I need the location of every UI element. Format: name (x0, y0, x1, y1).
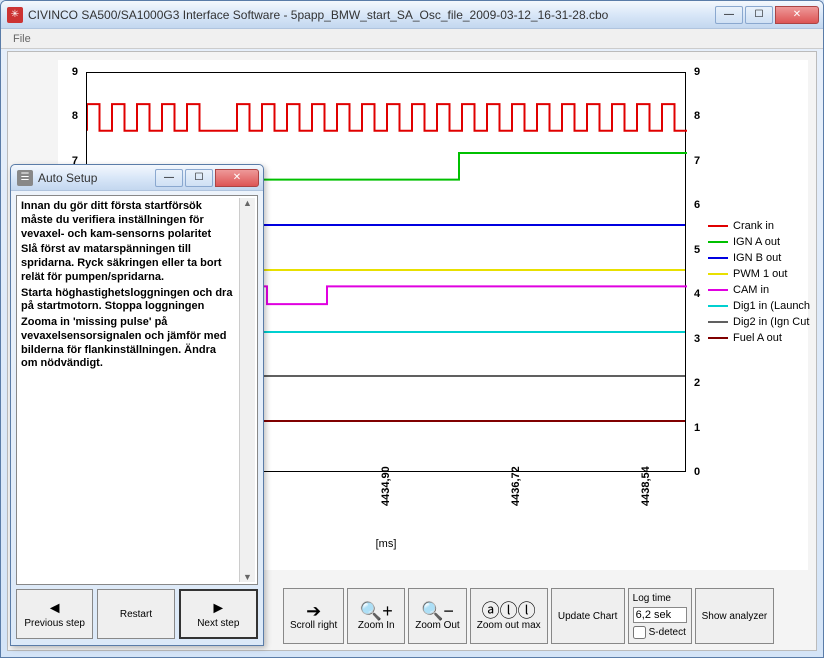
dialog-titlebar[interactable]: ☰ Auto Setup — ☐ ✕ (11, 165, 263, 191)
dialog-maximize-button[interactable]: ☐ (185, 169, 213, 187)
window-controls: — ☐ ✕ (713, 6, 819, 24)
s-detect-checkbox[interactable] (633, 626, 646, 639)
dialog-close-button[interactable]: ✕ (215, 169, 259, 187)
log-time-input[interactable] (633, 607, 687, 623)
zoom-in-button[interactable]: 🔍+Zoom In (347, 588, 405, 644)
dialog-icon: ☰ (17, 170, 33, 186)
close-button[interactable]: ✕ (775, 6, 819, 24)
app-icon: ✳ (7, 7, 23, 23)
minimize-button[interactable]: — (715, 6, 743, 24)
legend-item: IGN A out (708, 236, 808, 248)
chart-legend: Crank in IGN A out IGN B out PWM 1 out CAM i… (708, 220, 808, 348)
scroll-right-button[interactable]: ➔Scroll right (283, 588, 344, 644)
legend-item: Dig2 in (Ign Cut (708, 316, 808, 328)
log-time-label: Log time (633, 593, 687, 604)
auto-setup-dialog[interactable]: ☰ Auto Setup — ☐ ✕ Innan du gör ditt för… (10, 164, 264, 646)
dialog-scrollbar[interactable] (239, 198, 255, 582)
legend-item: IGN B out (708, 252, 808, 264)
zoom-in-icon: 🔍+ (360, 602, 393, 620)
legend-item: Fuel A out (708, 332, 808, 344)
log-time-group: Log time S-detect (628, 588, 692, 644)
zoom-all-icon: ⓐⓛⓛ (482, 602, 536, 620)
arrow-right-icon: ➔ (306, 602, 321, 620)
update-chart-button[interactable]: Update Chart (551, 588, 625, 644)
arrow-right-icon: ► (210, 600, 226, 618)
menu-file[interactable]: File (7, 31, 37, 47)
s-detect-checkbox-label[interactable]: S-detect (633, 626, 687, 639)
restart-button[interactable]: Restart (97, 589, 174, 639)
dialog-buttons: ◄Previous step Restart ►Next step (16, 589, 258, 639)
legend-item: Dig1 in (Launch (708, 300, 808, 312)
zoom-out-icon: 🔍− (421, 602, 454, 620)
legend-item: PWM 1 out (708, 268, 808, 280)
zoom-out-max-button[interactable]: ⓐⓛⓛZoom out max (470, 588, 548, 644)
zoom-out-button[interactable]: 🔍−Zoom Out (408, 588, 466, 644)
legend-item: CAM in (708, 284, 808, 296)
arrow-left-icon: ◄ (47, 600, 63, 618)
dialog-minimize-button[interactable]: — (155, 169, 183, 187)
previous-step-button[interactable]: ◄Previous step (16, 589, 93, 639)
menubar: File (1, 29, 823, 49)
legend-item: Crank in (708, 220, 808, 232)
dialog-text: Innan du gör ditt första startförsök mås… (21, 200, 253, 371)
dialog-body: Innan du gör ditt första startförsök mås… (16, 195, 258, 585)
window-title: CIVINCO SA500/SA1000G3 Interface Softwar… (28, 8, 713, 22)
next-step-button[interactable]: ►Next step (179, 589, 258, 639)
maximize-button[interactable]: ☐ (745, 6, 773, 24)
show-analyzer-button[interactable]: Show analyzer (695, 588, 775, 644)
dialog-title: Auto Setup (38, 171, 153, 185)
main-titlebar[interactable]: ✳ CIVINCO SA500/SA1000G3 Interface Softw… (1, 1, 823, 29)
